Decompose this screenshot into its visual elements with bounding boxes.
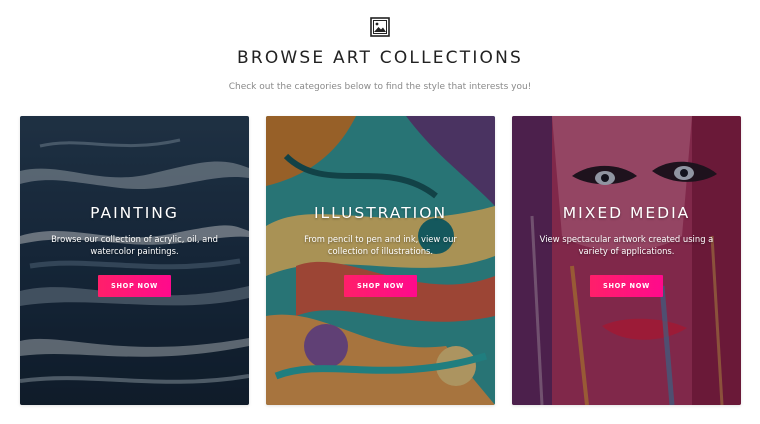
card-overlay [266,116,495,405]
category-card-illustration[interactable]: ILLUSTRATION From pencil to pen and ink,… [266,116,495,405]
image-icon [370,17,390,37]
shop-now-button-painting[interactable]: SHOP NOW [98,275,171,297]
shop-now-button-illustration[interactable]: SHOP NOW [344,275,417,297]
category-card-painting[interactable]: PAINTING Browse our collection of acryli… [20,116,249,405]
card-title: ILLUSTRATION [313,204,448,222]
card-description: View spectacular artwork created using a… [539,234,714,256]
shop-now-button-mixed-media[interactable]: SHOP NOW [590,275,663,297]
art-collections-page: BROWSE ART COLLECTIONS Check out the cat… [0,0,760,424]
card-title: PAINTING [90,204,179,222]
page-subtitle: Check out the categories below to find t… [228,82,532,92]
card-overlay [512,116,741,405]
category-card-mixed-media[interactable]: MIXED MEDIA View spectacular artwork cre… [512,116,741,405]
page-title: BROWSE ART COLLECTIONS [236,48,524,68]
card-description: Browse our collection of acrylic, oil, a… [51,234,218,256]
card-title: MIXED MEDIA [562,204,691,222]
card-overlay [20,116,249,405]
card-description: From pencil to pen and ink, view our col… [304,234,457,256]
